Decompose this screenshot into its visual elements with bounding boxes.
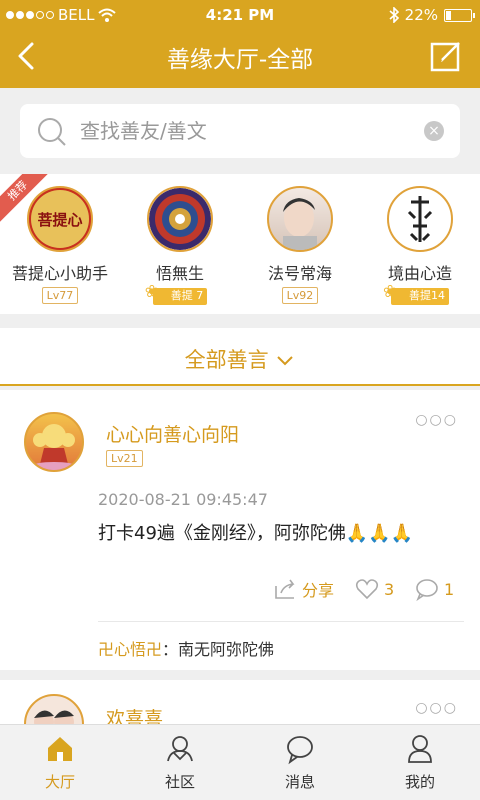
level-badge: Lv77 [41,287,79,304]
user-name: 法号常海 [267,264,332,283]
filter-dropdown[interactable]: 全部善言 [0,328,480,386]
comment-author[interactable]: 卍心悟卍 [98,640,162,659]
avatar [387,186,453,252]
calligraphy-icon [407,196,433,242]
puti-badge: ❀ 善提 7 [145,284,208,305]
search-icon [38,118,66,146]
puti-badge: ❀ 善提14 [383,284,449,305]
recommended-user[interactable]: 菩提心 菩提心小助手 Lv77 [0,186,120,304]
home-icon [48,737,72,761]
avatar[interactable] [24,412,84,472]
tab-community[interactable]: 社区 [120,733,240,792]
page-title: 善缘大厅-全部 [166,47,314,73]
recommended-user[interactable]: 法号常海 Lv92 [240,186,360,304]
recommended-users: 推荐 菩提心 菩提心小助手 Lv77 悟無生 ❀ 善提 7 法号常海 Lv92 … [0,174,480,314]
status-right: 22% [389,6,475,24]
lotus-icon: ❀ [144,282,159,302]
tab-messages[interactable]: 消息 [240,733,360,792]
status-bar: BELL 4:21 PM 22% [0,0,480,30]
search-section: × [0,88,480,174]
divider [98,621,464,622]
chevron-down-icon [277,356,294,366]
user-name: 境由心造 [387,264,452,283]
more-icon[interactable]: ○○○ [415,700,458,716]
battery-percent: 22% [404,6,438,24]
lotus-icon: ❀ [383,282,398,302]
heart-icon [355,579,379,600]
nav-bar: 善缘大厅-全部 [0,30,480,88]
recommended-user[interactable]: 悟無生 ❀ 善提 7 [120,186,240,305]
pray-emoji: 🙏🙏🙏 [345,523,414,544]
post-actions: 分享 3 1 [0,576,480,612]
post-time: 2020-08-21 09:45:47 [98,490,268,509]
avatar [147,186,213,252]
like-button[interactable]: 3 [354,576,394,602]
tab-hall[interactable]: 大厅 [0,733,120,792]
more-icon[interactable]: ○○○ [415,412,458,428]
bluetooth-icon [389,7,399,23]
community-icon [167,736,193,762]
post-card[interactable]: 心心向善心向阳 Lv21 ○○○ 2020-08-21 09:45:47 打卡4… [0,390,480,670]
person-photo [283,198,317,250]
post-author[interactable]: 心心向善心向阳 [106,420,239,447]
recommended-user[interactable]: 境由心造 ❀ 善提14 [360,186,480,305]
comment-button[interactable]: 1 [414,576,454,602]
post-content: 打卡49遍《金刚经》，阿弥陀佛🙏🙏🙏 [98,523,414,544]
profile-icon [408,735,432,763]
share-button[interactable]: 分享 [272,576,334,602]
comment-preview[interactable]: 卍心悟卍：南无阿弥陀佛 [98,636,274,660]
battery-icon [444,8,475,22]
message-icon [287,736,313,765]
avatar [267,186,333,252]
level-badge: Lv92 [281,287,319,304]
comment-text: 南无阿弥陀佛 [178,640,275,659]
clear-icon[interactable]: × [424,121,444,141]
level-badge: Lv21 [106,450,143,467]
share-icon [275,579,295,599]
avatar-text: 菩提心 [31,190,89,248]
like-count: 3 [384,579,395,599]
comment-icon [416,579,438,602]
search-box[interactable]: × [20,104,460,158]
comment-count: 1 [444,579,455,599]
user-name: 悟無生 [155,264,204,283]
filter-label: 全部善言 [0,344,480,374]
tab-profile[interactable]: 我的 [360,733,480,792]
tab-bar: 大厅 社区 消息 我的 [0,724,480,800]
avatar: 菩提心 [27,186,93,252]
mandala-icon [149,188,211,250]
buddha-image [32,424,76,470]
edit-icon[interactable] [428,38,464,74]
user-name: 菩提心小助手 [11,264,108,283]
search-input[interactable] [80,116,410,146]
